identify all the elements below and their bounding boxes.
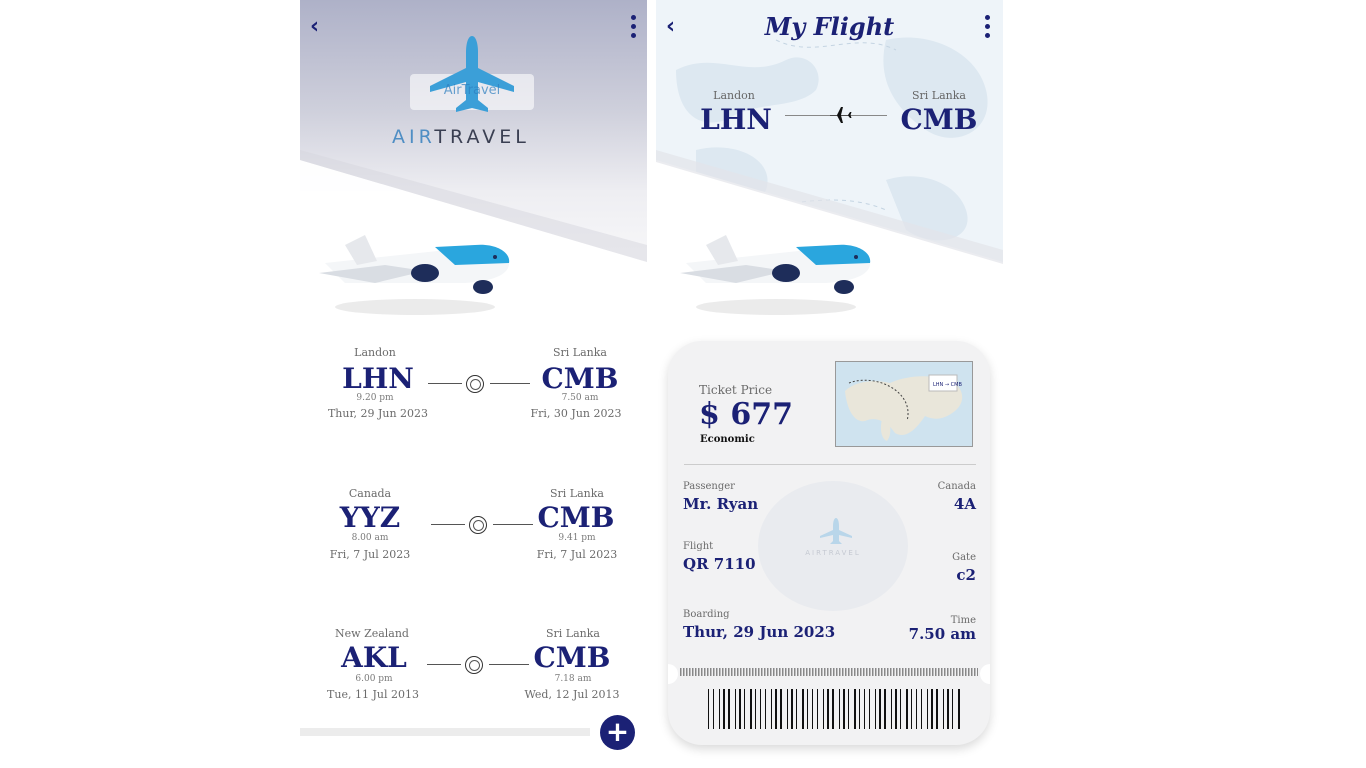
origin-code: AKL (341, 641, 407, 674)
flight-card[interactable]: Landon LHN 9.20 pm Thur, 29 Jun 2023 Sri… (300, 343, 647, 433)
arrival-date: Wed, 12 Jul 2013 (524, 688, 620, 701)
destination-code: CMB (537, 501, 615, 534)
airtravel-logo-icon: AirTravel (410, 36, 534, 112)
arrival-time: 7.50 am (561, 393, 599, 403)
departure-date: Fri, 7 Jul 2023 (329, 548, 411, 561)
flight-label: Flight (683, 541, 714, 552)
flights-list-screen: ‹ AirTravel AIRTRAVEL Landon LHN 9.20 pm… (300, 0, 647, 768)
my-flight-screen: ‹ My Flight Landon LHN Sri Lanka CMB AIR… (656, 0, 1003, 768)
airplane-icon (830, 107, 852, 123)
gate-label: Gate (952, 552, 976, 563)
seat-number: 4A (953, 495, 976, 513)
destination-city: Sri Lanka (912, 89, 966, 102)
barcode (708, 689, 960, 729)
price-label: Ticket Price (699, 383, 773, 397)
logo-emblem-text: AirTravel (444, 83, 501, 98)
origin-city: New Zealand (335, 627, 409, 640)
boarding-label: Boarding (683, 609, 730, 620)
departure-date: Tue, 11 Jul 2013 (327, 688, 419, 701)
perforation (680, 668, 978, 676)
boarding-date: Thur, 29 Jun 2023 (683, 623, 836, 641)
destination-code: CMB (541, 362, 619, 395)
watermark-logo (758, 481, 908, 611)
arrival-time: 9.41 pm (558, 533, 596, 543)
flight-card[interactable]: Canada YYZ 8.00 am Fri, 7 Jul 2023 Sri L… (300, 484, 647, 574)
bottom-bar (300, 728, 590, 736)
brand-wordmark: AIRTRAVEL (392, 126, 530, 148)
watermark-plane-icon (820, 518, 852, 544)
origin-code: LHN (700, 103, 772, 136)
destination-code: CMB (900, 103, 978, 136)
seat-label: Canada (937, 481, 976, 492)
map-caption: LHN → CMB (933, 382, 962, 388)
passenger-label: Passenger (683, 481, 735, 492)
add-flight-button[interactable]: + (600, 715, 635, 750)
flight-card[interactable]: New Zealand AKL 6.00 pm Tue, 11 Jul 2013… (300, 624, 647, 714)
back-button[interactable]: ‹ (310, 14, 319, 39)
departure-time: 9.20 pm (356, 393, 394, 403)
destination-code: CMB (533, 641, 611, 674)
arrival-date: Fri, 30 Jun 2023 (530, 407, 622, 420)
origin-city: Landon (354, 346, 396, 359)
origin-city: Landon (713, 89, 755, 102)
ticket-class: Economic (700, 434, 755, 445)
origin-code: LHN (342, 362, 414, 395)
destination-city: Sri Lanka (546, 627, 600, 640)
flight-number: QR 7110 (683, 555, 756, 573)
globe-icon (465, 656, 483, 674)
arrival-date: Fri, 7 Jul 2023 (536, 548, 618, 561)
airplane-illustration (680, 235, 871, 315)
boarding-pass: AIRTRAVEL Ticket Price $ 677 Economic LH… (668, 341, 990, 745)
ticket-price: $ 677 (699, 397, 793, 432)
more-menu-button[interactable] (985, 15, 991, 42)
watermark-text: AIRTRAVEL (805, 549, 861, 557)
arrival-time: 7.18 am (554, 674, 592, 684)
departure-date: Thur, 29 Jun 2023 (327, 407, 429, 420)
more-menu-button[interactable] (631, 15, 637, 42)
globe-icon (469, 516, 487, 534)
departure-time: 6.00 pm (355, 674, 393, 684)
airplane-illustration (319, 235, 510, 315)
origin-code: YYZ (339, 501, 401, 534)
globe-icon (466, 375, 484, 393)
destination-city: Sri Lanka (550, 487, 604, 500)
passenger-name: Mr. Ryan (683, 495, 759, 513)
page-title: My Flight (764, 12, 895, 41)
origin-city: Canada (348, 487, 392, 500)
route-map-thumbnail[interactable]: LHN → CMB (835, 361, 973, 447)
destination-city: Sri Lanka (553, 346, 607, 359)
boarding-time: 7.50 am (908, 625, 976, 643)
gate-number: c2 (956, 566, 976, 584)
departure-time: 8.00 am (351, 533, 389, 543)
